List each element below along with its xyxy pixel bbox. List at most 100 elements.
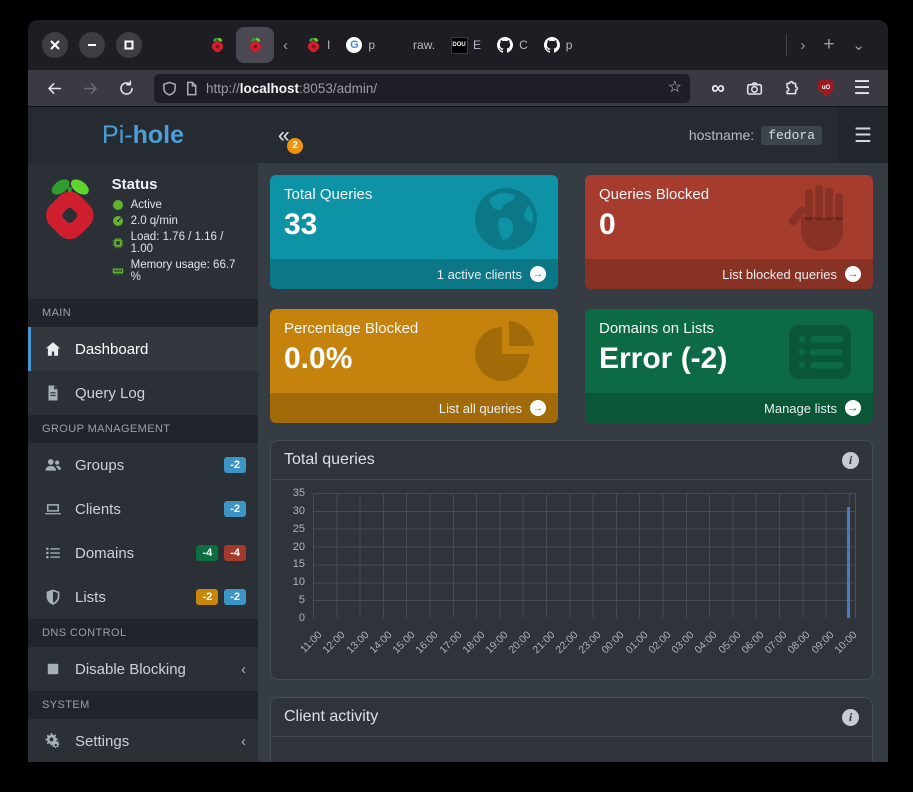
- tab-strip: ‹IGpraw.DOUECp: [198, 20, 782, 70]
- raspberry-icon: [209, 37, 225, 53]
- back-button[interactable]: [40, 74, 68, 102]
- x-axis-tick: 04:00: [693, 629, 720, 656]
- firefox-view-icon[interactable]: ∞: [704, 74, 732, 102]
- info-icon[interactable]: i: [842, 709, 859, 726]
- browser-tab[interactable]: DOUE: [443, 27, 489, 63]
- queries-blocked-card[interactable]: Queries Blocked 0 List blocked queries →: [585, 175, 873, 289]
- browser-tab[interactable]: Gp: [338, 27, 383, 63]
- count-badge: -2: [196, 589, 218, 605]
- card-footer-link[interactable]: List all queries →: [270, 393, 558, 423]
- app-menu-button[interactable]: ☰: [848, 74, 876, 102]
- memory-icon: [112, 265, 124, 277]
- x-axis-tick: 02:00: [646, 629, 673, 656]
- percentage-blocked-card[interactable]: Percentage Blocked 0.0% List all queries…: [270, 309, 558, 423]
- total-queries-chart[interactable]: 35302520151050 11:0012:0013:0014:0015:00…: [279, 493, 864, 679]
- sidebar-item-lists[interactable]: Lists-2-2: [28, 575, 258, 619]
- y-axis-tick: 30: [279, 505, 305, 517]
- tracking-shield-icon[interactable]: [162, 81, 177, 96]
- sidebar-section-header: DNS CONTROL: [28, 619, 258, 647]
- google-icon: G: [346, 37, 362, 53]
- card-title: Domains on Lists: [599, 320, 859, 337]
- dou-icon: DOU: [451, 37, 467, 53]
- close-button[interactable]: [42, 32, 68, 58]
- browser-tab[interactable]: C: [489, 27, 536, 63]
- reload-button[interactable]: [112, 74, 140, 102]
- query-bar[interactable]: [847, 507, 850, 618]
- scroll-tabs-right-button[interactable]: ›: [791, 37, 814, 54]
- arrow-circle-icon: →: [845, 400, 861, 416]
- extensions-puzzle-icon[interactable]: [776, 74, 804, 102]
- sidebar-item-settings[interactable]: Settings‹: [28, 719, 258, 762]
- x-axis-tick: 08:00: [786, 629, 813, 656]
- list-all-tabs-button[interactable]: ⌄: [843, 36, 874, 54]
- card-footer-link[interactable]: Manage lists →: [585, 393, 873, 423]
- sidebar-item-groups[interactable]: Groups-2: [28, 443, 258, 487]
- home-icon: [42, 340, 64, 358]
- url-bar[interactable]: http://localhost:8053/admin/ ☆: [154, 74, 690, 103]
- y-axis-tick: 15: [279, 558, 305, 570]
- new-tab-button[interactable]: +: [814, 34, 843, 56]
- stop-icon: [42, 660, 64, 678]
- shield-icon: [42, 588, 64, 606]
- x-axis-tick: 22:00: [553, 629, 580, 656]
- status-row: Memory usage: 66.7 %: [112, 259, 248, 283]
- pihole-topbar: Pi-hole « 2 hostname: fedora ☰: [28, 107, 888, 163]
- card-title: Percentage Blocked: [284, 320, 544, 337]
- update-badge: 2: [287, 138, 303, 154]
- total-queries-card[interactable]: Total Queries 33 1 active clients →: [270, 175, 558, 289]
- count-badge: -4: [196, 545, 218, 561]
- topbar-menu-button[interactable]: ☰: [838, 107, 888, 163]
- sidebar-item-disable-blocking[interactable]: Disable Blocking‹: [28, 647, 258, 691]
- count-badge: -4: [224, 545, 246, 561]
- x-axis-tick: 06:00: [739, 629, 766, 656]
- client-activity-chart[interactable]: [271, 737, 872, 762]
- x-axis-tick: 05:00: [716, 629, 743, 656]
- scroll-tabs-left-button[interactable]: ‹: [274, 37, 297, 54]
- maximize-button[interactable]: [116, 32, 142, 58]
- sidebar-item-domains[interactable]: Domains-4-4: [28, 531, 258, 575]
- x-axis-tick: 18:00: [460, 629, 487, 656]
- x-axis-tick: 10:00: [832, 629, 859, 656]
- sidebar-item-dashboard[interactable]: Dashboard: [28, 327, 258, 371]
- count-badge: -2: [224, 457, 246, 473]
- screenshot-camera-icon[interactable]: [740, 74, 768, 102]
- y-axis-tick: 10: [279, 576, 305, 588]
- ublock-origin-icon[interactable]: uO: [812, 74, 840, 102]
- sidebar-item-clients[interactable]: Clients-2: [28, 487, 258, 531]
- chevron-left-icon: ‹: [241, 661, 246, 678]
- browser-tab[interactable]: [236, 27, 274, 63]
- status-row: Active: [112, 199, 248, 211]
- y-axis-tick: 0: [279, 612, 305, 624]
- x-axis-tick: 01:00: [623, 629, 650, 656]
- pihole-logo-text[interactable]: Pi-hole: [102, 121, 184, 150]
- gauge-icon: [112, 215, 124, 227]
- sidebar-item-query-log[interactable]: Query Log: [28, 371, 258, 415]
- sidebar-section-header: MAIN: [28, 299, 258, 327]
- card-footer-link[interactable]: List blocked queries →: [585, 259, 873, 289]
- x-axis-tick: 12:00: [321, 629, 348, 656]
- status-row: Load: 1.76 / 1.16 / 1.00: [112, 231, 248, 255]
- domains-on-lists-card[interactable]: Domains on Lists Error (-2) Manage lists…: [585, 309, 873, 423]
- status-panel: Status Active2.0 q/minLoad: 1.76 / 1.16 …: [28, 163, 258, 299]
- x-axis-tick: 14:00: [367, 629, 394, 656]
- browser-tab[interactable]: I: [297, 27, 338, 63]
- info-icon[interactable]: i: [842, 452, 859, 469]
- page-info-icon[interactable]: [184, 81, 199, 96]
- bookmark-star-icon[interactable]: ☆: [668, 80, 682, 96]
- x-axis-tick: 13:00: [344, 629, 371, 656]
- url-text[interactable]: http://localhost:8053/admin/: [206, 81, 661, 96]
- sidebar-collapse-button[interactable]: « 2: [278, 125, 304, 146]
- card-footer-link[interactable]: 1 active clients →: [270, 259, 558, 289]
- y-axis-tick: 5: [279, 594, 305, 606]
- arrow-circle-icon: →: [530, 266, 546, 282]
- chart-plot-area[interactable]: [313, 493, 856, 618]
- x-axis-tick: 23:00: [577, 629, 604, 656]
- arrow-circle-icon: →: [845, 266, 861, 282]
- browser-tab[interactable]: raw.: [383, 27, 443, 63]
- summary-cards: Total Queries 33 1 active clients →: [270, 175, 873, 423]
- minimize-button[interactable]: [79, 32, 105, 58]
- forward-button[interactable]: [76, 74, 104, 102]
- browser-tab[interactable]: [198, 27, 236, 63]
- y-axis-tick: 35: [279, 487, 305, 499]
- browser-tab[interactable]: p: [536, 27, 581, 63]
